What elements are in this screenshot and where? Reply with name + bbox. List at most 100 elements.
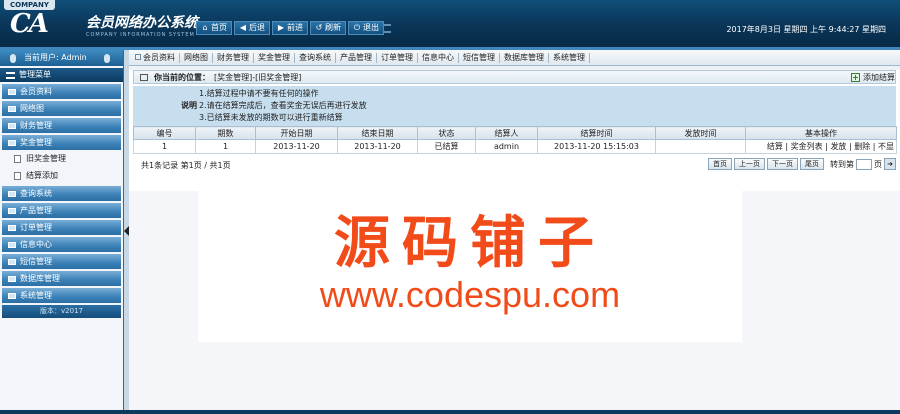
- folder-icon: [8, 292, 16, 299]
- app-header: COMPANY CA 会员网络办公系统 COMPANY INFORMATION …: [0, 0, 900, 47]
- tab-bonus[interactable]: 奖金管理: [254, 52, 295, 63]
- table-row: 1 1 2013-11-20 2013-11-20 已结算 admin 2013…: [133, 139, 897, 154]
- cell-id: 1: [133, 139, 196, 154]
- cell-settle-time: 2013-11-20 15:15:03: [537, 139, 656, 154]
- tab-database[interactable]: 数据库管理: [500, 52, 549, 63]
- sidebar-item-label: 查询系统: [20, 189, 52, 198]
- sidebar-item-finance[interactable]: 财务管理: [2, 118, 121, 133]
- home-label: 首页: [211, 23, 227, 32]
- tab-query[interactable]: 查询系统: [295, 52, 336, 63]
- folder-icon: [8, 122, 16, 129]
- sidebar-item-label: 产品管理: [20, 206, 52, 215]
- tab-sms[interactable]: 短信管理: [459, 52, 500, 63]
- tab-label: 系统管理: [553, 52, 585, 62]
- folder-icon: [8, 105, 16, 112]
- system-name: 会员网络办公系统: [86, 15, 198, 31]
- sidebar-subitem-label: 旧奖金管理: [26, 154, 66, 163]
- sidebar-item-orders[interactable]: 订单管理: [2, 220, 121, 235]
- menu-title-label: 管理菜单: [19, 70, 51, 79]
- back-icon: ◀: [239, 23, 247, 32]
- hide-link[interactable]: 不显: [878, 142, 894, 151]
- folder-icon: [8, 190, 16, 197]
- sidebar-subitem-add-settlement[interactable]: 结算添加: [0, 167, 123, 184]
- first-page-button[interactable]: 首页: [708, 158, 732, 170]
- folder-icon: [8, 275, 16, 282]
- go-button[interactable]: ➜: [884, 158, 896, 170]
- system-subtitle: COMPANY INFORMATION SYSTEM: [86, 32, 195, 38]
- tab-label: 信息中心: [422, 52, 454, 62]
- forward-label: 前进: [287, 23, 303, 32]
- goto-label: 转到第: [830, 159, 854, 169]
- sidebar-item-bonus[interactable]: 奖金管理: [2, 135, 121, 150]
- add-settlement-label: 添加结算: [863, 73, 895, 82]
- tab-products[interactable]: 产品管理: [336, 52, 377, 63]
- home-button[interactable]: ⌂ 首页: [196, 21, 232, 35]
- sidebar-item-query[interactable]: 查询系统: [2, 186, 121, 201]
- menu-title: 管理菜单: [0, 68, 123, 82]
- folder-icon: [8, 139, 16, 146]
- back-button[interactable]: ◀ 后退: [234, 21, 270, 35]
- add-settlement-link[interactable]: + 添加结算: [851, 72, 895, 83]
- tab-info-center[interactable]: 信息中心: [418, 52, 459, 63]
- sidebar-item-network[interactable]: 网络图: [2, 101, 121, 116]
- folder-icon: [8, 241, 16, 248]
- pin-left-icon: [10, 54, 16, 63]
- sidebar-item-products[interactable]: 产品管理: [2, 203, 121, 218]
- home-icon: ⌂: [202, 23, 208, 32]
- next-page-button[interactable]: 下一页: [767, 158, 798, 170]
- column-header: 结算人: [475, 126, 538, 140]
- cell-period: 1: [195, 139, 256, 154]
- tab-orders[interactable]: 订单管理: [377, 52, 418, 63]
- top-nav: ⌂ 首页 ◀ 后退 ▶ 前进 ↺ 刷新 ⏻ 退出: [196, 21, 384, 35]
- sidebar-item-label: 信息中心: [20, 240, 52, 249]
- sidebar-item-label: 奖金管理: [20, 138, 52, 147]
- tab-label: 查询系统: [299, 52, 331, 62]
- forward-icon: ▶: [277, 23, 285, 32]
- delete-link[interactable]: 删除: [854, 142, 870, 151]
- table-header-row: 编号 期数 开始日期 结束日期 状态 结算人 结算时间 发放时间 基本操作: [133, 126, 897, 140]
- tab-system[interactable]: 系统管理: [549, 52, 590, 63]
- exit-label: 退出: [363, 23, 379, 32]
- current-user-bar: 当前用户: Admin: [0, 50, 123, 66]
- forward-button[interactable]: ▶ 前进: [272, 21, 308, 35]
- instruction-line: 2.请在结算完成后，查看奖金无误后再进行发放: [199, 101, 367, 110]
- exit-button[interactable]: ⏻ 退出: [348, 21, 384, 35]
- menu-grid-icon: [6, 71, 15, 79]
- tab-member-profile[interactable]: 会员资料: [131, 52, 180, 63]
- breadcrumb: 你当前的位置： [奖金管理]-[旧奖金管理] + 添加结算: [133, 70, 896, 84]
- watermark: 源码铺子 www.codespu.com: [198, 186, 742, 342]
- cell-operations: 结算 | 奖金列表 | 发放 | 删除 | 不显: [745, 139, 897, 154]
- column-header: 结束日期: [337, 126, 418, 140]
- sidebar-item-label: 数据库管理: [20, 274, 60, 283]
- sidebar-item-member-profile[interactable]: 会员资料: [2, 84, 121, 99]
- settle-link[interactable]: 结算: [767, 142, 783, 151]
- current-user: 当前用户: Admin: [24, 53, 87, 62]
- sidebar-item-info-center[interactable]: 信息中心: [2, 237, 121, 252]
- sidebar-item-sms[interactable]: 短信管理: [2, 254, 121, 269]
- refresh-label: 刷新: [325, 23, 341, 32]
- refresh-button[interactable]: ↺ 刷新: [310, 21, 346, 35]
- prev-page-button[interactable]: 上一页: [734, 158, 765, 170]
- grip-icon: [384, 24, 391, 33]
- sidebar-subitem-old-bonus[interactable]: 旧奖金管理: [0, 150, 123, 167]
- goto-page-input[interactable]: [856, 158, 872, 170]
- sidebar-item-label: 系统管理: [20, 291, 52, 300]
- footer-strip: [0, 410, 900, 414]
- bonus-list-link[interactable]: 奖金列表: [791, 142, 823, 151]
- logo-mark: CA: [10, 9, 49, 39]
- sidebar-item-system[interactable]: 系统管理: [2, 288, 121, 303]
- cell-settler: admin: [475, 139, 538, 154]
- last-page-button[interactable]: 尾页: [800, 158, 824, 170]
- tab-network[interactable]: 网络图: [180, 52, 213, 63]
- instructions-label: 说明: [181, 101, 197, 110]
- watermark-title: 源码铺子: [334, 211, 606, 276]
- sidebar-item-label: 订单管理: [20, 223, 52, 232]
- tab-label: 产品管理: [340, 52, 372, 62]
- issue-link[interactable]: 发放: [830, 142, 846, 151]
- sidebar-item-database[interactable]: 数据库管理: [2, 271, 121, 286]
- location-label: 你当前的位置：: [154, 72, 210, 82]
- refresh-icon: ↺: [315, 23, 323, 32]
- tab-finance[interactable]: 财务管理: [213, 52, 254, 63]
- instructions-panel: 说明 1.结算过程中请不要有任何的操作 2.请在结算完成后，查看奖金无误后再进行…: [133, 86, 896, 126]
- sidebar-item-label: 网络图: [20, 104, 44, 113]
